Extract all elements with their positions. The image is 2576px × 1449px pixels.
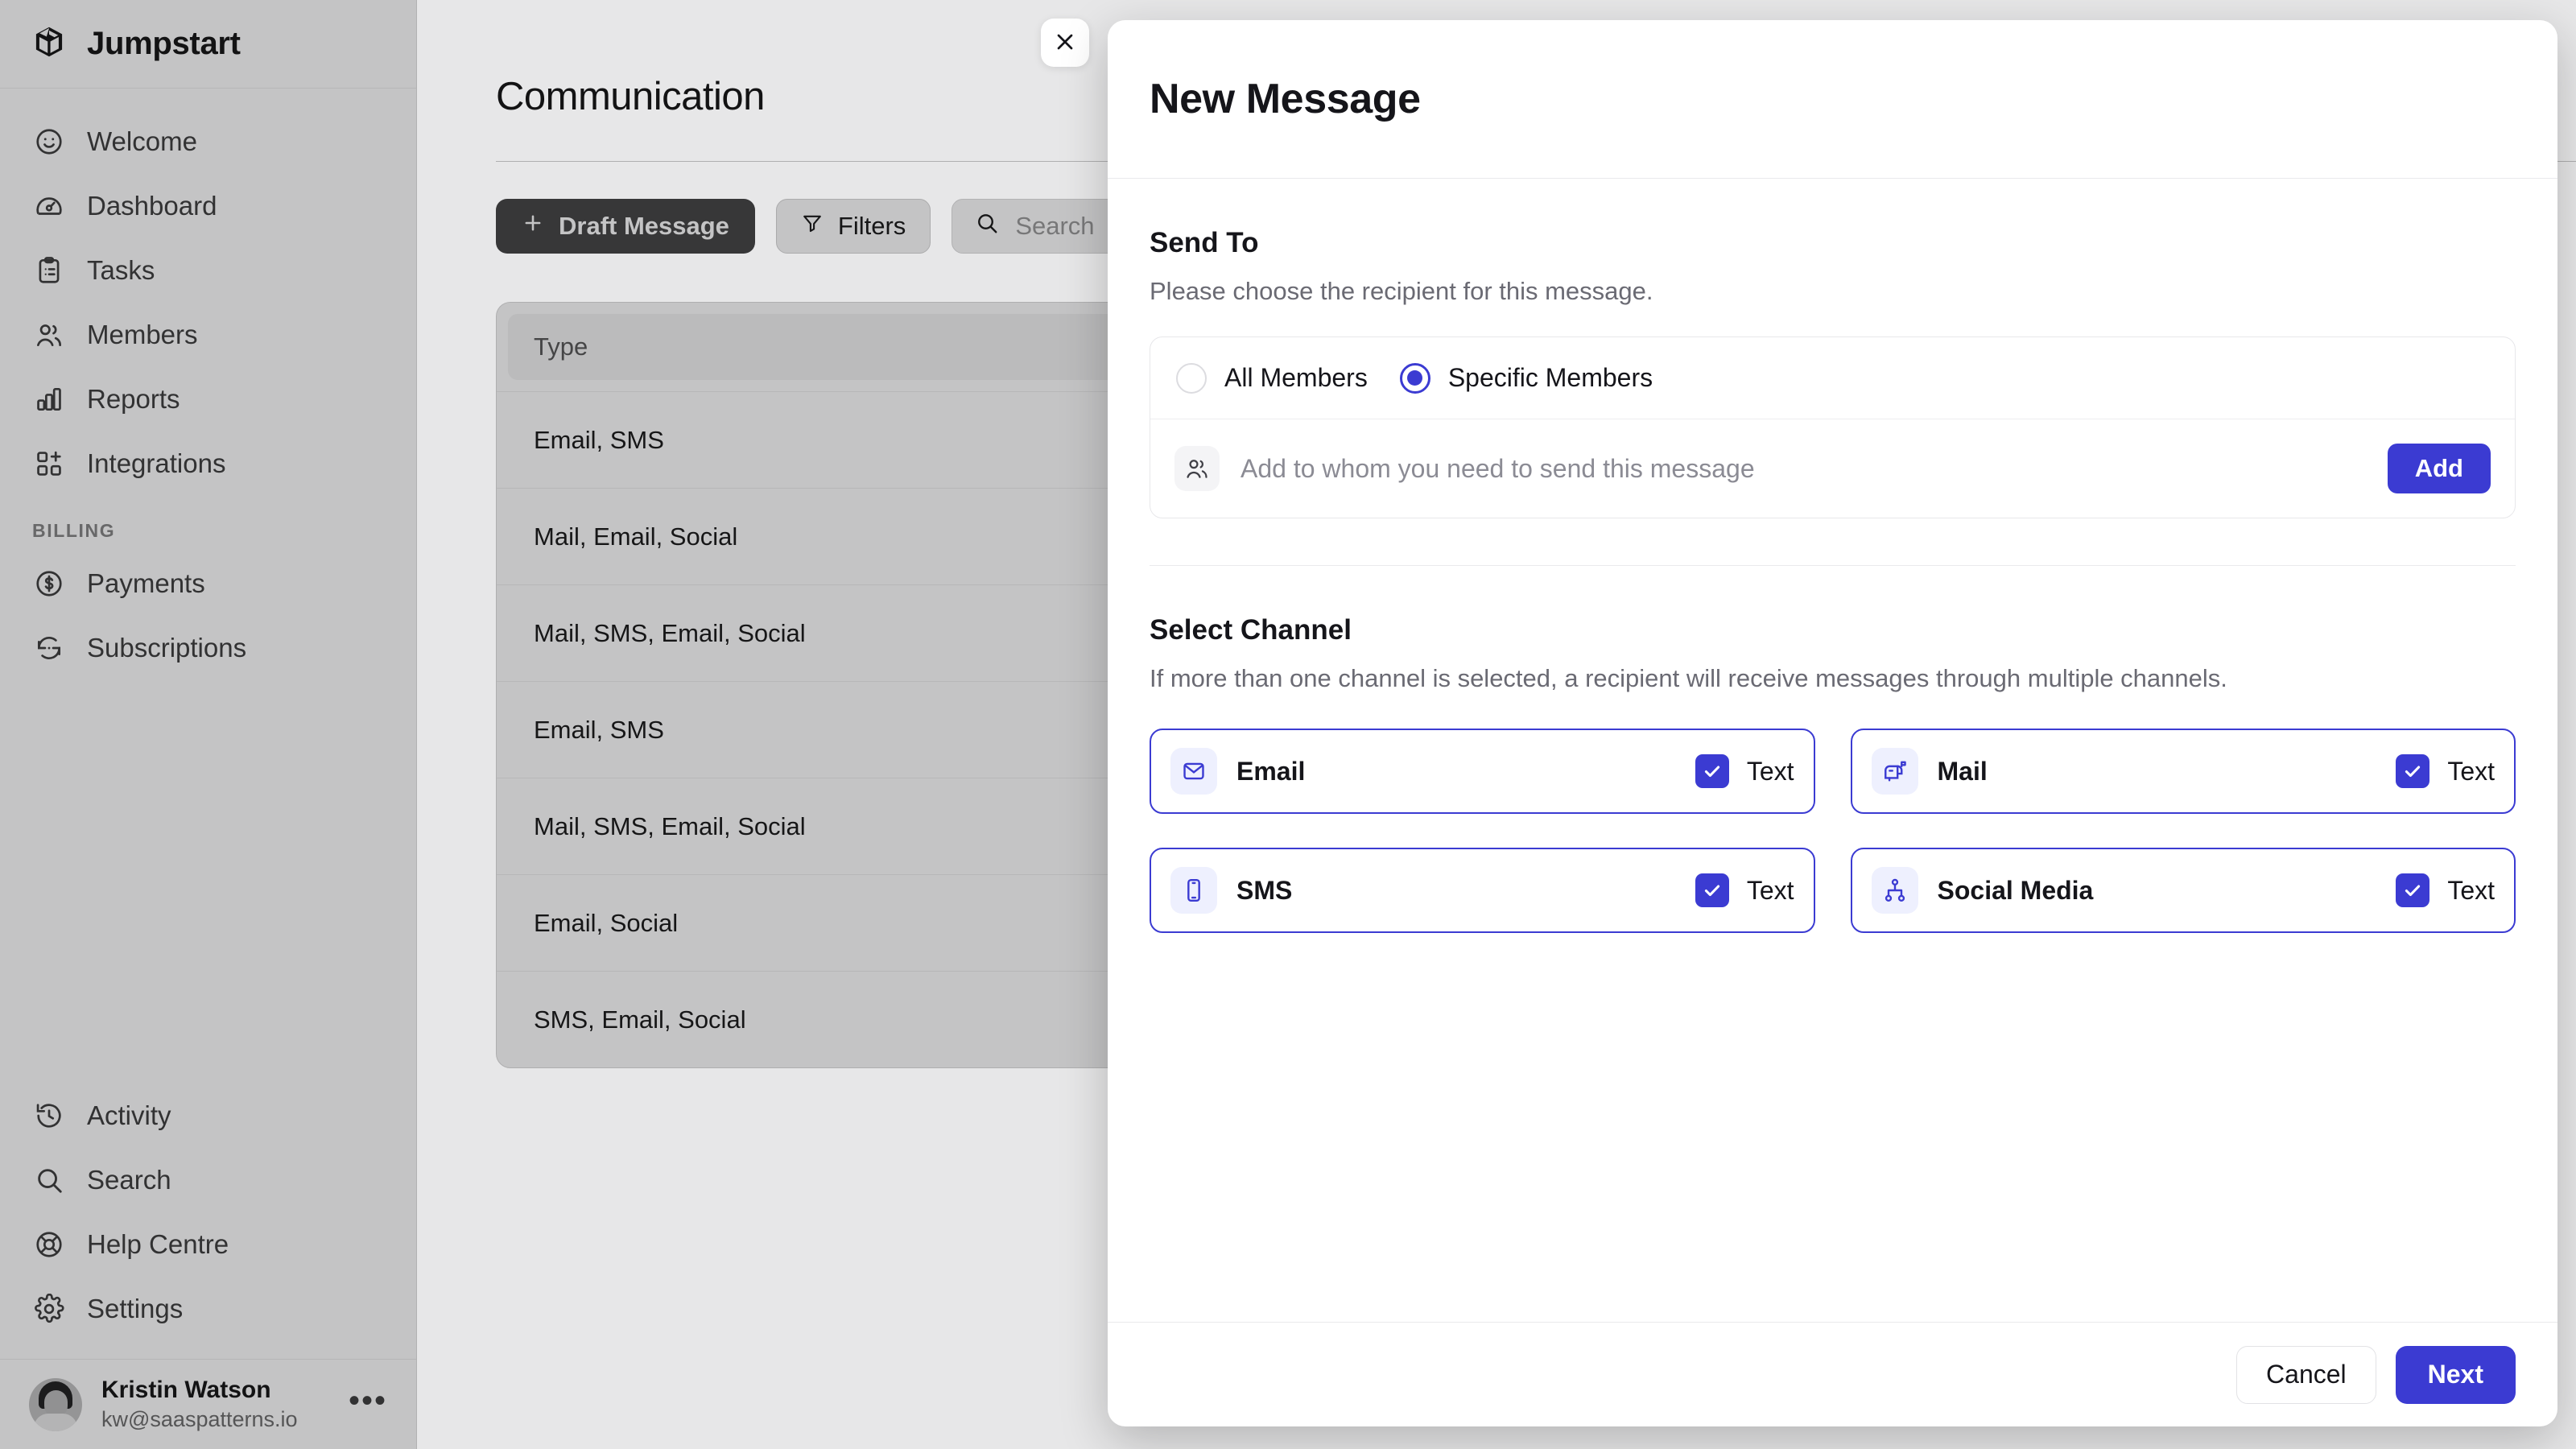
cancel-button[interactable]: Cancel: [2236, 1345, 2376, 1404]
envelope-icon: [1170, 748, 1217, 795]
channel-label: Social Media: [1937, 875, 2094, 905]
channel-card-sms[interactable]: SMS Text: [1150, 848, 1815, 933]
channel-card-email[interactable]: Email Text: [1150, 729, 1815, 814]
channel-checkbox[interactable]: [1695, 754, 1729, 788]
channel-card-social-media[interactable]: Social Media Text: [1850, 848, 2516, 933]
channel-grid: Email Text Mail Text SMS Text Social Med…: [1150, 729, 2516, 933]
radio-label: All Members: [1224, 363, 1368, 392]
channel-checkbox[interactable]: [2396, 873, 2430, 907]
select-channel-description: If more than one channel is selected, a …: [1150, 664, 2227, 692]
add-recipient-button[interactable]: Add: [2387, 444, 2491, 493]
next-button[interactable]: Next: [2395, 1345, 2516, 1404]
radio-label: Specific Members: [1447, 363, 1653, 392]
modal-header: New Message: [1108, 20, 2557, 179]
close-icon: [1052, 29, 1078, 57]
channel-checkbox[interactable]: [1695, 873, 1729, 907]
radio-option-all-members[interactable]: All Members: [1176, 362, 1368, 394]
channel-check-label: Text: [1746, 875, 1794, 905]
send-to-heading: Send To: [1150, 227, 1259, 258]
add-recipient-row[interactable]: Add to whom you need to send this messag…: [1150, 419, 2515, 518]
radio-selected-icon: [1399, 362, 1430, 394]
users-icon: [1174, 446, 1220, 491]
new-message-modal: New Message Send To Please choose the re…: [1108, 20, 2557, 1426]
channel-label: Email: [1236, 756, 1306, 786]
send-to-description: Please choose the recipient for this mes…: [1150, 277, 1653, 305]
mailbox-icon: [1871, 748, 1918, 795]
channel-label: SMS: [1236, 875, 1293, 905]
radio-option-specific-members[interactable]: Specific Members: [1399, 362, 1653, 394]
channel-label: Mail: [1937, 756, 1988, 786]
channel-checkbox[interactable]: [2396, 754, 2430, 788]
modal-title: New Message: [1150, 76, 1421, 122]
share-network-icon: [1871, 867, 1918, 914]
close-modal-button[interactable]: [1041, 19, 1089, 67]
select-channel-heading: Select Channel: [1150, 614, 1352, 646]
channel-check-label: Text: [2447, 756, 2495, 786]
modal-body: Send To Please choose the recipient for …: [1108, 179, 2557, 1322]
channel-check-label: Text: [1746, 756, 1794, 786]
send-to-card: All Members Specific Members Add to whom…: [1150, 336, 2516, 518]
section-divider: [1150, 565, 2516, 566]
recipient-radio-group: All Members Specific Members: [1150, 337, 2515, 419]
phone-icon: [1170, 867, 1217, 914]
add-recipient-placeholder: Add to whom you need to send this messag…: [1241, 453, 1755, 483]
modal-footer: Cancel Next: [1108, 1322, 2557, 1426]
channel-card-mail[interactable]: Mail Text: [1850, 729, 2516, 814]
channel-check-label: Text: [2447, 875, 2495, 905]
radio-unselected-icon: [1176, 362, 1207, 394]
